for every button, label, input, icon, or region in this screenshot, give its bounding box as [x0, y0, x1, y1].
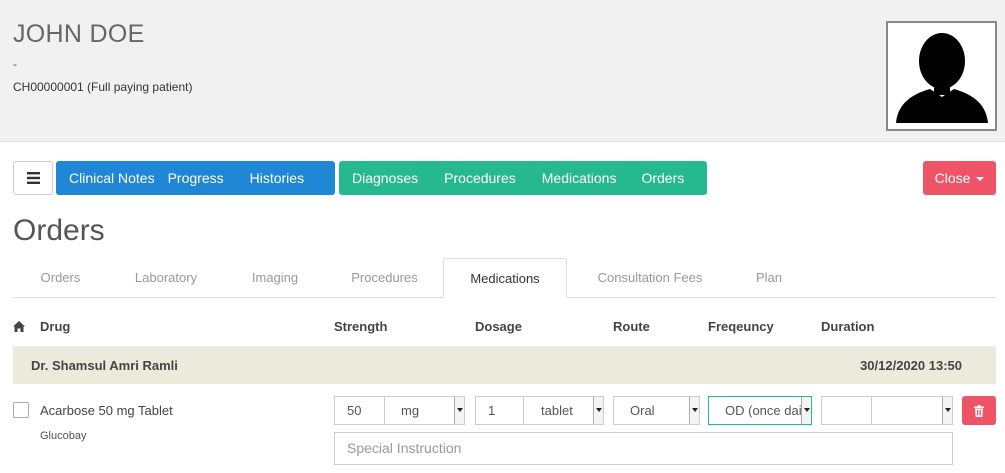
order-tabs: Orders Laboratory Imaging Procedures Med…: [13, 258, 996, 298]
dosage-header: Dosage: [475, 319, 522, 334]
special-instruction-input[interactable]: Special Instruction: [334, 432, 953, 465]
page-title: Orders: [13, 214, 105, 247]
tab-medications[interactable]: Medications: [443, 258, 567, 298]
medications-button[interactable]: Medications: [529, 161, 630, 195]
route-header: Route: [613, 319, 650, 334]
close-button-label: Close: [934, 170, 971, 186]
route-value: Oral: [630, 403, 655, 418]
row-select-checkbox[interactable]: [13, 402, 29, 418]
strength-unit-value: mg: [401, 403, 420, 418]
patient-header: JOHN DOE - CH00000001 (Full paying patie…: [0, 0, 1005, 142]
hamburger-icon: [26, 172, 40, 184]
order-group-row: Dr. Shamsul Amri Ramli 30/12/2020 13:50: [13, 346, 996, 384]
duration-value-input[interactable]: [821, 396, 872, 425]
chevron-down-icon: [689, 397, 699, 424]
drug-brand: Glucobay: [40, 430, 87, 442]
tab-plan[interactable]: Plan: [735, 258, 803, 298]
notes-button-group: Clinical Notes Progress Histories: [56, 161, 335, 195]
chevron-down-icon: [593, 397, 603, 424]
chevron-down-icon: [801, 397, 811, 424]
order-datetime: 30/12/2020 13:50: [860, 358, 962, 373]
tab-consultation-fees[interactable]: Consultation Fees: [583, 258, 717, 298]
close-button[interactable]: Close: [923, 161, 996, 195]
caret-down-icon: [976, 177, 985, 182]
dosage-value-input[interactable]: 1: [475, 396, 524, 425]
tab-laboratory[interactable]: Laboratory: [113, 258, 219, 298]
ordering-doctor: Dr. Shamsul Amri Ramli: [31, 358, 178, 373]
clinical-button-group: Diagnoses Procedures Medications Orders: [339, 161, 707, 195]
duration-header: Duration: [821, 319, 875, 334]
dosage-unit-value: tablet: [541, 403, 573, 418]
patient-subtitle: -: [13, 57, 17, 71]
menu-button[interactable]: [13, 161, 53, 195]
tab-orders[interactable]: Orders: [13, 258, 108, 298]
drug-header: Drug: [40, 319, 71, 334]
procedures-button[interactable]: Procedures: [431, 161, 529, 195]
index-header: [13, 320, 25, 335]
diagnoses-button[interactable]: Diagnoses: [339, 161, 431, 195]
dosage-unit-select[interactable]: tablet: [523, 396, 604, 425]
trash-icon: [974, 404, 984, 417]
clinical-notes-button[interactable]: Clinical Notes: [56, 161, 168, 195]
orders-button[interactable]: Orders: [629, 161, 696, 195]
strength-value-input[interactable]: 50: [334, 396, 385, 425]
patient-name: JOHN DOE: [13, 20, 145, 48]
histories-button[interactable]: Histories: [237, 161, 317, 195]
frequency-header: Freqeuncy: [708, 319, 774, 334]
duration-unit-select[interactable]: [871, 396, 953, 425]
patient-id: CH00000001 (Full paying patient): [13, 80, 193, 94]
chevron-down-icon: [942, 397, 952, 424]
delete-row-button[interactable]: [962, 396, 996, 425]
frequency-select[interactable]: OD (once daily): [708, 396, 812, 425]
avatar-silhouette-icon: [888, 23, 995, 129]
patient-photo: [886, 21, 997, 131]
tab-procedures[interactable]: Procedures: [333, 258, 436, 298]
chevron-down-icon: [454, 397, 464, 424]
strength-unit-select[interactable]: mg: [384, 396, 465, 425]
strength-header: Strength: [334, 319, 388, 334]
progress-button[interactable]: Progress: [168, 161, 237, 195]
tab-imaging[interactable]: Imaging: [227, 258, 323, 298]
route-select[interactable]: Oral: [613, 396, 700, 425]
home-icon: [13, 321, 25, 332]
frequency-value: OD (once daily): [725, 403, 812, 418]
drug-name: Acarbose 50 mg Tablet: [40, 403, 173, 418]
